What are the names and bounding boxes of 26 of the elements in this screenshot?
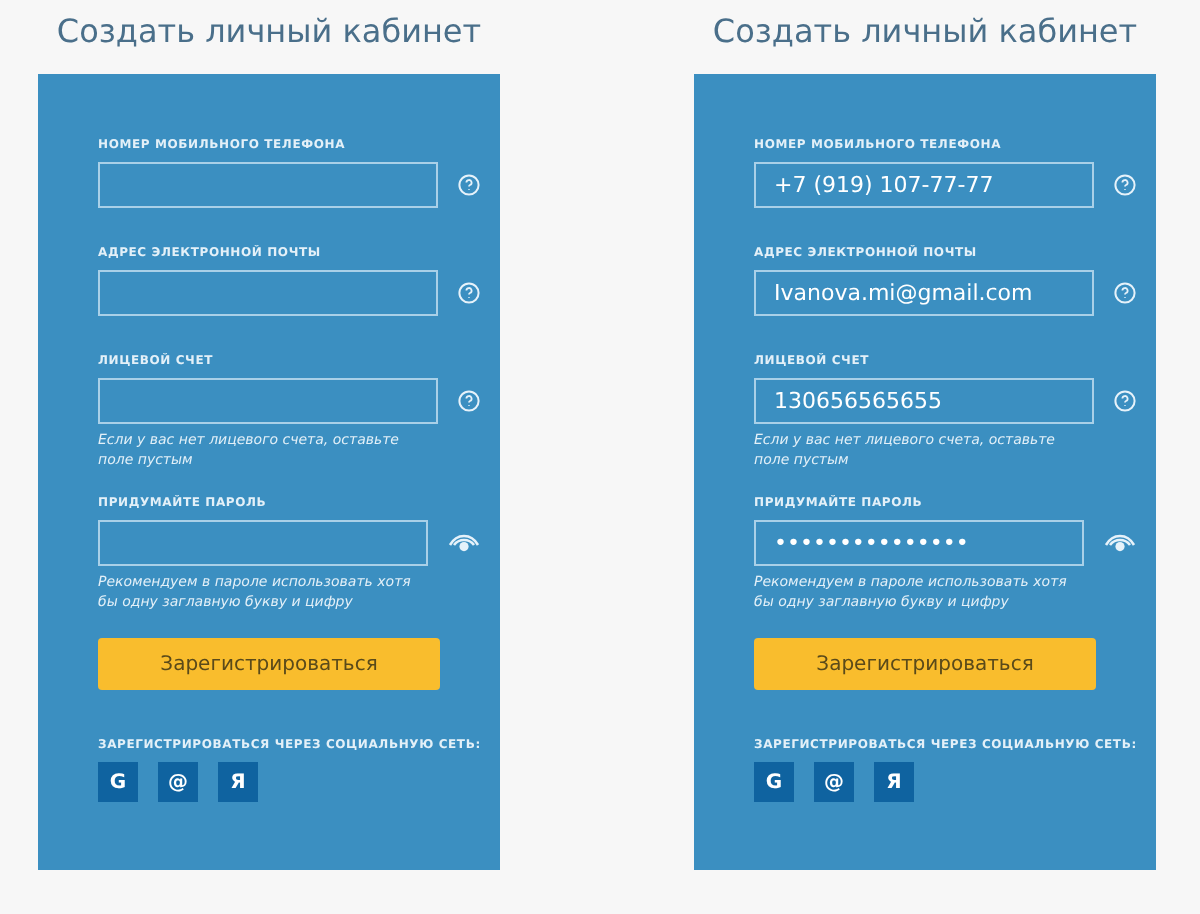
input-field[interactable] bbox=[98, 270, 438, 316]
help-icon[interactable] bbox=[458, 390, 480, 412]
input-field[interactable]: 130656565655 bbox=[754, 378, 1094, 424]
help-icon[interactable] bbox=[458, 282, 480, 304]
page-title: Создать личный кабинет bbox=[56, 10, 482, 54]
social-login-button[interactable]: G bbox=[98, 762, 138, 802]
social-login-button[interactable]: @ bbox=[814, 762, 854, 802]
eye-icon[interactable] bbox=[1104, 533, 1136, 553]
page-title: Создать личный кабинет bbox=[712, 10, 1138, 54]
social-login-button[interactable]: Я bbox=[218, 762, 258, 802]
input-field[interactable]: Ivanova.mi@gmail.com bbox=[754, 270, 1094, 316]
help-icon[interactable] bbox=[1114, 174, 1136, 196]
social-login-button[interactable]: @ bbox=[158, 762, 198, 802]
input-field[interactable]: +7 (919) 107-77-77 bbox=[754, 162, 1094, 208]
input-field[interactable] bbox=[98, 162, 438, 208]
register-button[interactable]: Зарегистрироваться bbox=[754, 638, 1096, 690]
help-icon[interactable] bbox=[1114, 282, 1136, 304]
help-icon[interactable] bbox=[458, 174, 480, 196]
eye-icon[interactable] bbox=[448, 533, 480, 553]
input-field[interactable] bbox=[98, 520, 428, 566]
social-login-button[interactable]: G bbox=[754, 762, 794, 802]
input-field[interactable]: ••••••••••••••• bbox=[754, 520, 1084, 566]
help-icon[interactable] bbox=[1114, 390, 1136, 412]
register-button[interactable]: Зарегистрироваться bbox=[98, 638, 440, 690]
social-login-button[interactable]: Я bbox=[874, 762, 914, 802]
input-field[interactable] bbox=[98, 378, 438, 424]
